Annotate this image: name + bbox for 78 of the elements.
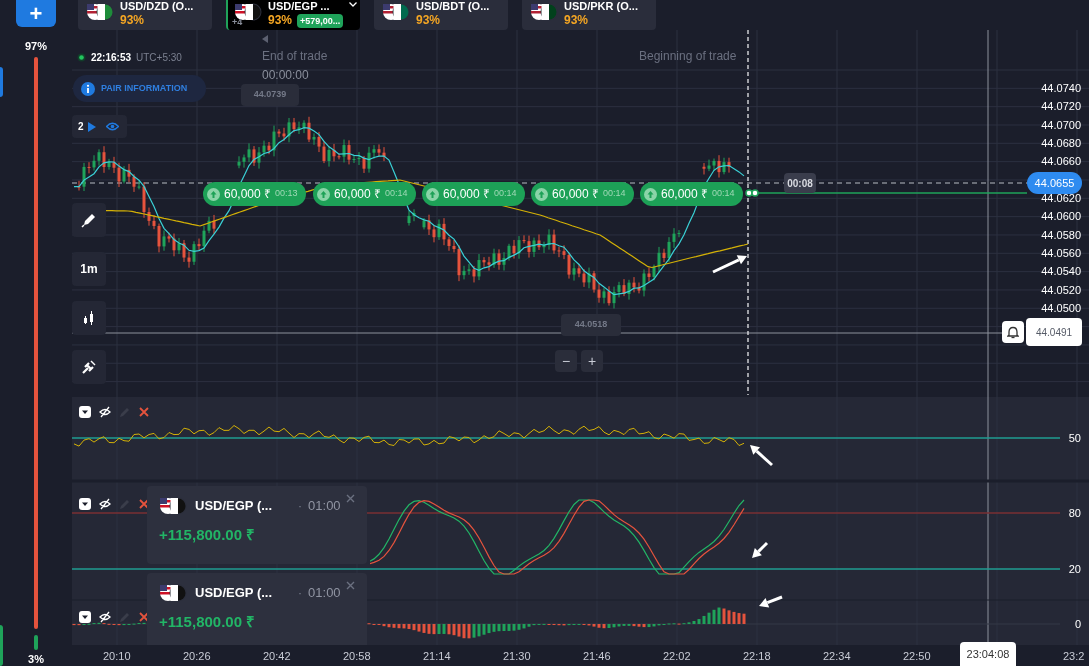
time-axis-label: 21:30 [503, 649, 531, 664]
asset-name: USD/DZD (O... [120, 0, 194, 13]
timeframe-button[interactable]: 1m [72, 252, 106, 286]
time-axis-label: 22:02 [663, 649, 691, 664]
asset-name: USD/EGP ... [268, 0, 331, 13]
time-axis-label: 20:58 [343, 649, 371, 664]
alert-price-tag: 44.0491 [1026, 318, 1082, 346]
trade-timer: 00:13 [275, 187, 298, 201]
trade-amount: 60,000 ₹ [552, 186, 600, 203]
clock-time: 22:16:53 [91, 51, 132, 65]
price-axis-label: 44.0660 [1041, 154, 1081, 169]
price-tag: 44.0518 [561, 314, 621, 336]
level-label: 20 [1068, 562, 1081, 576]
asset-tab[interactable]: USD/PKR (O... 93% [522, 0, 656, 30]
price-axis-label: 44.0680 [1041, 136, 1081, 150]
price-axis-label: 44.0720 [1041, 99, 1081, 114]
zoom-in-button[interactable]: + [581, 350, 603, 372]
end-of-trade-timer: 00:00:00 [262, 67, 309, 84]
trade-amount: 60,000 ₹ [334, 186, 382, 203]
profit-amount: +115,800.00 ₹ [159, 612, 256, 632]
beginning-of-trade-label: Beginning of trade [639, 48, 737, 65]
timezone: UTC+5:30 [136, 51, 182, 65]
time-axis-label: 23:2 [1063, 649, 1085, 664]
trade-amount: 60,000 ₹ [661, 186, 709, 203]
price-axis-label: 44.0560 [1041, 245, 1081, 260]
profit-amount: +115,800.00 ₹ [159, 525, 256, 545]
pair-name: USD/EGP (... [195, 497, 273, 516]
indicator-count: 2 [78, 120, 84, 134]
pair-information-button[interactable]: PAIR INFORMATION [73, 75, 206, 102]
cursor-time-tag: 23:04:08 [960, 642, 1016, 666]
separator-dot: · [298, 585, 303, 602]
buy-percent: 97% [25, 40, 47, 53]
price-axis-label: 44.0600 [1041, 209, 1081, 224]
time-axis-label: 22:18 [743, 649, 771, 664]
time-axis-label: 21:46 [583, 649, 611, 664]
asset-tab[interactable]: +4 USD/EGP ... 93% +579,00... [226, 0, 360, 30]
payout-percent: 93% [416, 13, 441, 28]
price-axis-label: 44.0500 [1041, 300, 1081, 315]
end-of-trade-label: End of trade [262, 48, 328, 65]
current-price-tag: 44.0655 [1027, 172, 1082, 194]
time-axis-label: 22:34 [823, 649, 851, 664]
asset-name: USD/PKR (O... [564, 0, 638, 13]
trade-duration: 01:00 [308, 584, 341, 603]
profit-badge: +579,00... [297, 13, 344, 28]
payout-percent: 93% [120, 13, 145, 28]
zoom-out-button[interactable]: − [555, 350, 577, 372]
pair-name: USD/EGP (... [195, 584, 273, 603]
asset-tab[interactable]: USD/BDT (O... 93% [374, 0, 508, 30]
trade-duration: 01:00 [308, 497, 341, 516]
price-axis-label: 44.0520 [1041, 282, 1081, 297]
price-axis-label: 44.0580 [1041, 227, 1081, 242]
price-axis-label: 44.0740 [1041, 81, 1081, 95]
asset-tab[interactable]: USD/DZD (O... 93% [78, 0, 212, 30]
more-count: +4 [232, 16, 243, 29]
price-axis-label: 44.0700 [1041, 117, 1081, 132]
trade-timer: 00:14 [494, 187, 517, 201]
trade-timer: 00:14 [603, 187, 626, 201]
time-axis-label: 22:50 [903, 649, 931, 664]
price-tag: 44.0739 [241, 84, 299, 106]
asset-name: USD/BDT (O... [416, 0, 490, 13]
time-axis-label: 21:14 [423, 649, 451, 664]
separator-dot: · [298, 498, 303, 515]
payout-percent: 93% [268, 13, 293, 28]
level-label: 80 [1068, 506, 1081, 520]
trade-amount: 60,000 ₹ [443, 186, 491, 203]
price-axis-label: 44.0540 [1041, 264, 1081, 279]
countdown-tag: 00:08 [784, 173, 816, 193]
time-axis-label: 20:26 [183, 649, 211, 664]
payout-percent: 93% [564, 13, 589, 28]
trade-timer: 00:14 [712, 187, 735, 201]
level-label: 50 [1068, 431, 1081, 445]
add-button[interactable]: + [16, 0, 56, 27]
sell-percent: 3% [28, 653, 44, 666]
level-label: 0 [1074, 617, 1081, 631]
time-axis-label: 20:10 [103, 649, 131, 664]
trade-timer: 00:14 [385, 187, 408, 201]
time-axis-label: 20:42 [263, 649, 291, 664]
trade-amount: 60,000 ₹ [224, 186, 272, 203]
